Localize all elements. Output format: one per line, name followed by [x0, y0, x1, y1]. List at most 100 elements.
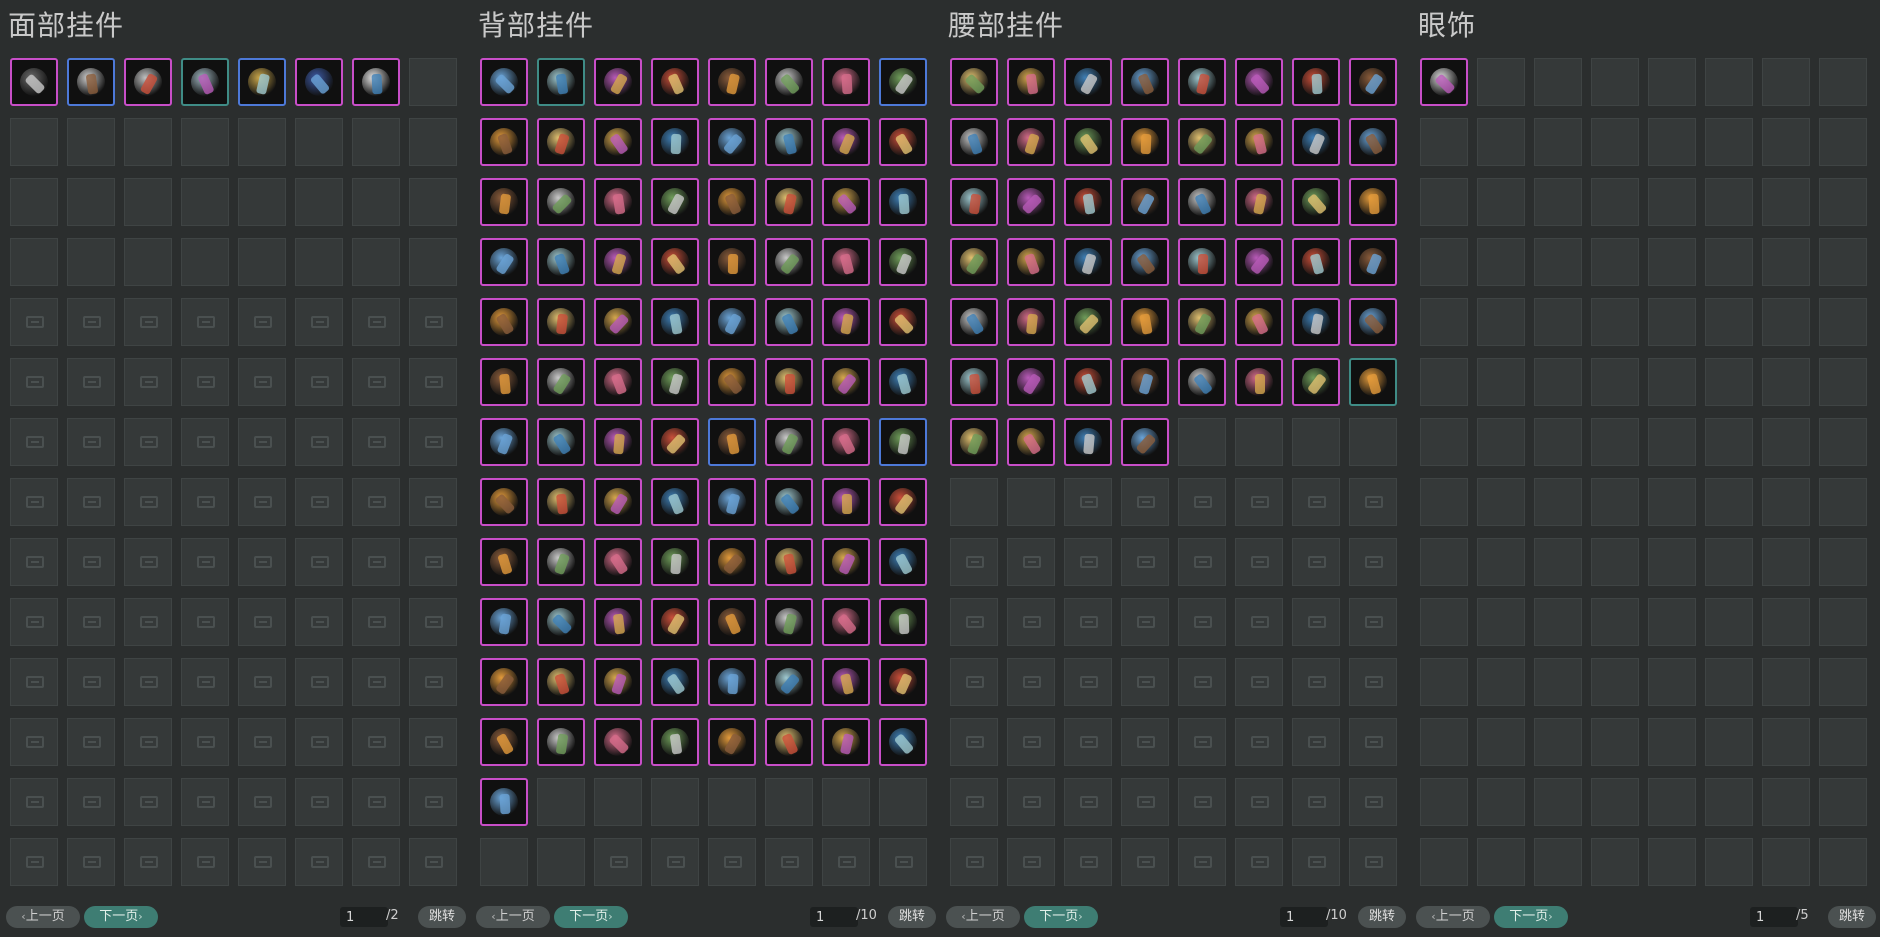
- item-slot[interactable]: [822, 658, 870, 706]
- item-slot[interactable]: [1178, 358, 1226, 406]
- item-slot[interactable]: [822, 358, 870, 406]
- item-slot[interactable]: [1420, 58, 1468, 106]
- item-slot[interactable]: [1121, 238, 1169, 286]
- item-slot[interactable]: [651, 598, 699, 646]
- item-slot[interactable]: [651, 478, 699, 526]
- item-slot[interactable]: [1007, 58, 1055, 106]
- item-slot[interactable]: [822, 238, 870, 286]
- item-slot[interactable]: [1007, 238, 1055, 286]
- item-slot[interactable]: [1235, 298, 1283, 346]
- item-slot[interactable]: [537, 58, 585, 106]
- item-slot[interactable]: [1349, 358, 1397, 406]
- item-slot[interactable]: [181, 58, 229, 106]
- item-slot[interactable]: [651, 418, 699, 466]
- item-slot[interactable]: [879, 418, 927, 466]
- item-slot[interactable]: [1064, 178, 1112, 226]
- item-slot[interactable]: [1064, 118, 1112, 166]
- item-slot[interactable]: [822, 718, 870, 766]
- item-slot[interactable]: [10, 58, 58, 106]
- item-slot[interactable]: [879, 298, 927, 346]
- item-slot[interactable]: [480, 778, 528, 826]
- item-slot[interactable]: [1349, 298, 1397, 346]
- item-slot[interactable]: [480, 238, 528, 286]
- item-slot[interactable]: [1121, 418, 1169, 466]
- item-slot[interactable]: [124, 58, 172, 106]
- item-slot[interactable]: [594, 358, 642, 406]
- item-slot[interactable]: [879, 718, 927, 766]
- item-slot[interactable]: [1235, 58, 1283, 106]
- item-slot[interactable]: [537, 358, 585, 406]
- item-slot[interactable]: [1349, 238, 1397, 286]
- item-slot[interactable]: [950, 178, 998, 226]
- item-slot[interactable]: [765, 358, 813, 406]
- item-slot[interactable]: [594, 178, 642, 226]
- item-slot[interactable]: [1064, 238, 1112, 286]
- item-slot[interactable]: [1292, 58, 1340, 106]
- page-number-input[interactable]: [1280, 907, 1328, 927]
- item-slot[interactable]: [1235, 238, 1283, 286]
- item-slot[interactable]: [1121, 58, 1169, 106]
- item-slot[interactable]: [765, 598, 813, 646]
- item-slot[interactable]: [480, 178, 528, 226]
- jump-button[interactable]: 跳转: [418, 906, 466, 928]
- item-slot[interactable]: [1292, 118, 1340, 166]
- item-slot[interactable]: [651, 298, 699, 346]
- item-slot[interactable]: [765, 298, 813, 346]
- item-slot[interactable]: [765, 718, 813, 766]
- item-slot[interactable]: [950, 238, 998, 286]
- item-slot[interactable]: [765, 178, 813, 226]
- item-slot[interactable]: [765, 538, 813, 586]
- prev-page-button[interactable]: ‹上一页: [1416, 906, 1490, 928]
- item-slot[interactable]: [480, 298, 528, 346]
- item-slot[interactable]: [708, 58, 756, 106]
- item-slot[interactable]: [765, 478, 813, 526]
- item-slot[interactable]: [1064, 58, 1112, 106]
- item-slot[interactable]: [1064, 298, 1112, 346]
- item-slot[interactable]: [1121, 118, 1169, 166]
- item-slot[interactable]: [879, 358, 927, 406]
- item-slot[interactable]: [822, 418, 870, 466]
- item-slot[interactable]: [708, 718, 756, 766]
- item-slot[interactable]: [594, 118, 642, 166]
- item-slot[interactable]: [708, 298, 756, 346]
- item-slot[interactable]: [594, 538, 642, 586]
- next-page-button[interactable]: 下一页›: [1494, 906, 1568, 928]
- item-slot[interactable]: [537, 538, 585, 586]
- item-slot[interactable]: [1178, 238, 1226, 286]
- item-slot[interactable]: [950, 298, 998, 346]
- item-slot[interactable]: [480, 58, 528, 106]
- item-slot[interactable]: [1235, 358, 1283, 406]
- item-slot[interactable]: [708, 358, 756, 406]
- item-slot[interactable]: [537, 418, 585, 466]
- item-slot[interactable]: [1178, 178, 1226, 226]
- item-slot[interactable]: [537, 478, 585, 526]
- item-slot[interactable]: [708, 238, 756, 286]
- item-slot[interactable]: [1121, 178, 1169, 226]
- item-slot[interactable]: [1292, 238, 1340, 286]
- item-slot[interactable]: [950, 418, 998, 466]
- item-slot[interactable]: [1235, 178, 1283, 226]
- item-slot[interactable]: [1178, 58, 1226, 106]
- item-slot[interactable]: [537, 658, 585, 706]
- item-slot[interactable]: [708, 658, 756, 706]
- item-slot[interactable]: [822, 478, 870, 526]
- item-slot[interactable]: [1349, 118, 1397, 166]
- item-slot[interactable]: [67, 58, 115, 106]
- item-slot[interactable]: [480, 538, 528, 586]
- page-number-input[interactable]: [1750, 907, 1798, 927]
- item-slot[interactable]: [537, 718, 585, 766]
- item-slot[interactable]: [1349, 58, 1397, 106]
- item-slot[interactable]: [708, 118, 756, 166]
- item-slot[interactable]: [765, 118, 813, 166]
- item-slot[interactable]: [1064, 418, 1112, 466]
- item-slot[interactable]: [594, 658, 642, 706]
- item-slot[interactable]: [1007, 118, 1055, 166]
- item-slot[interactable]: [651, 718, 699, 766]
- item-slot[interactable]: [1007, 298, 1055, 346]
- item-slot[interactable]: [537, 298, 585, 346]
- item-slot[interactable]: [1007, 178, 1055, 226]
- item-slot[interactable]: [879, 238, 927, 286]
- item-slot[interactable]: [480, 658, 528, 706]
- item-slot[interactable]: [480, 598, 528, 646]
- item-slot[interactable]: [765, 658, 813, 706]
